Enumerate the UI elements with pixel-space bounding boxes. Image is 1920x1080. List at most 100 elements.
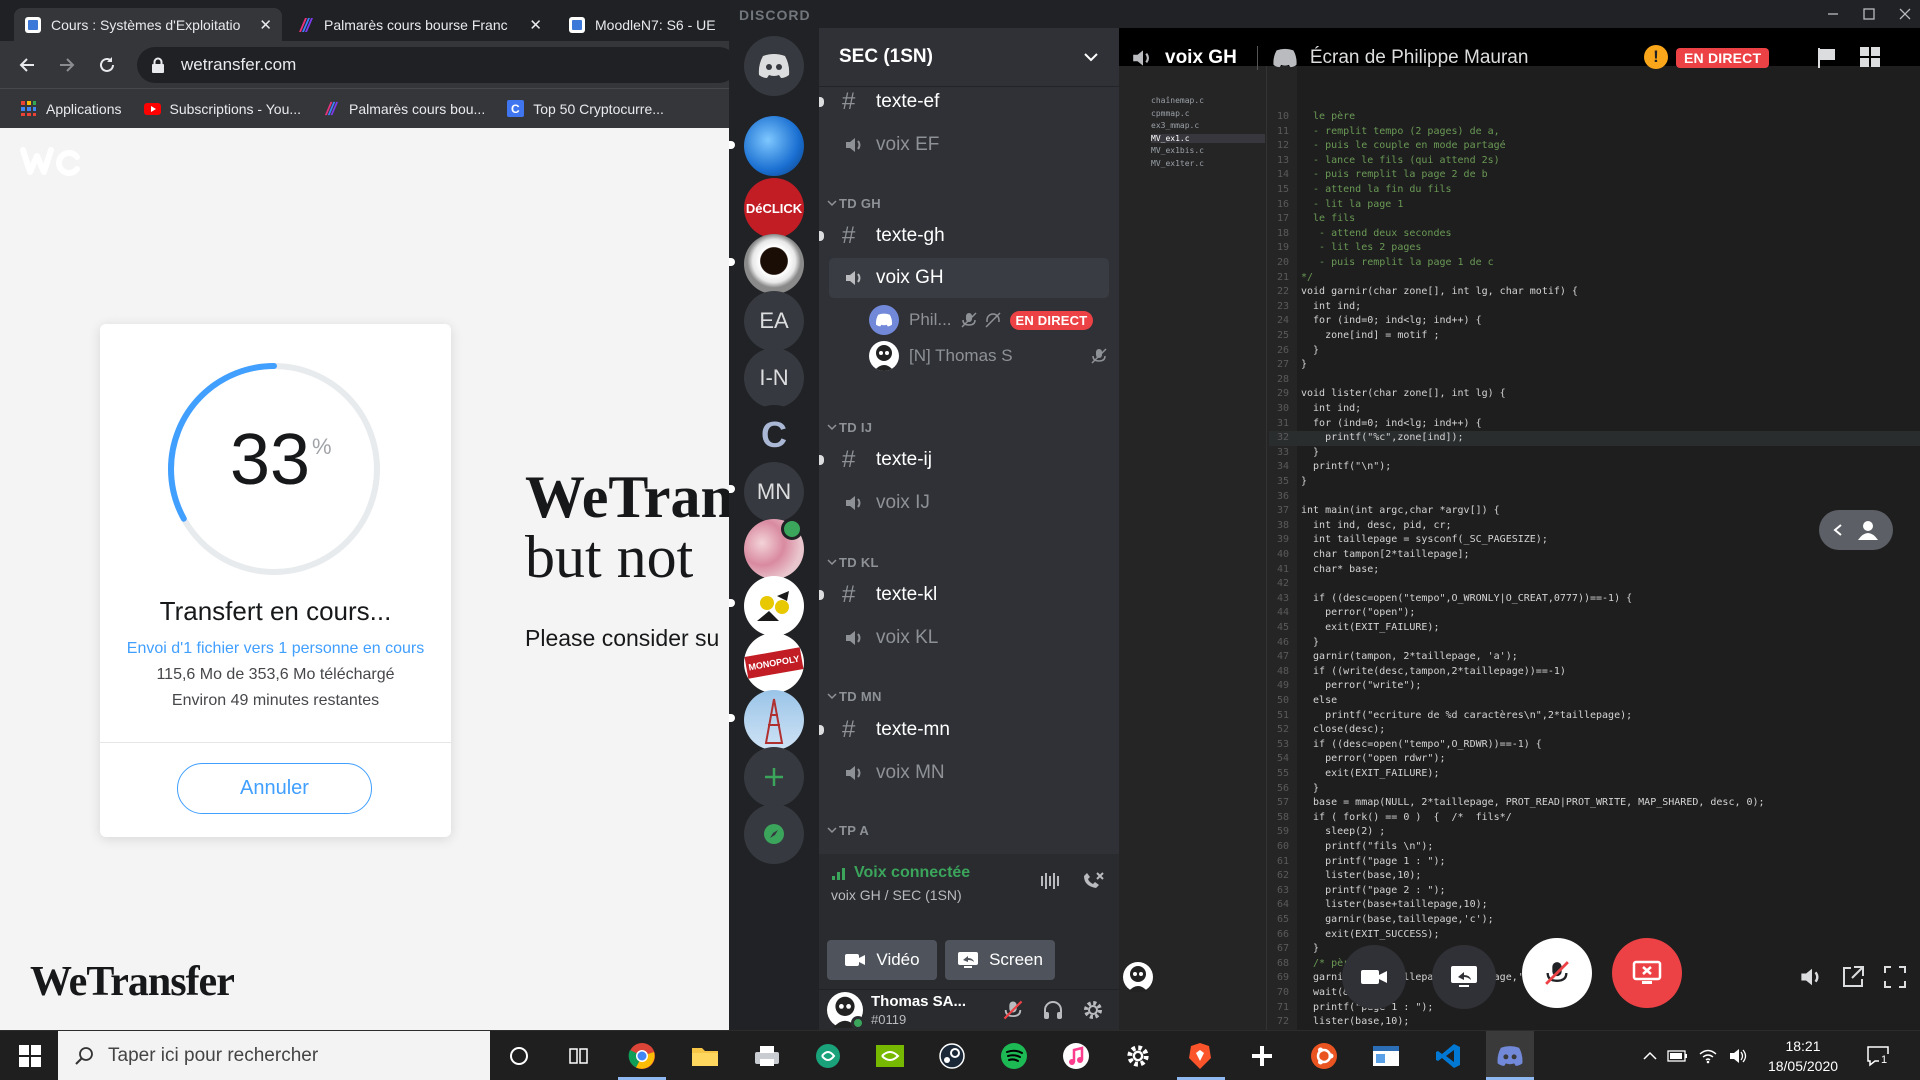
forward-icon[interactable] — [53, 51, 81, 79]
itunes-icon[interactable] — [1060, 1040, 1092, 1072]
member-list-toggle[interactable] — [1819, 510, 1893, 550]
vscode-icon[interactable] — [1432, 1040, 1464, 1072]
chevron-up-icon[interactable] — [1640, 1040, 1660, 1072]
settings-icon[interactable] — [1122, 1040, 1154, 1072]
screen-share-button[interactable]: Screen — [945, 940, 1055, 980]
bookmark-applications[interactable]: Applications — [20, 100, 122, 117]
mute-mic-icon[interactable] — [1002, 999, 1024, 1021]
coffee-avatar[interactable] — [744, 234, 804, 294]
wetransfer-logo-icon[interactable] — [20, 144, 82, 178]
chrome-icon[interactable] — [626, 1040, 658, 1072]
voice-user-philippe[interactable]: Phil... EN DIRECT — [869, 303, 1114, 337]
category-td-ij[interactable]: TD IJ — [819, 417, 1119, 437]
reload-icon[interactable] — [93, 51, 121, 79]
discord-home-icon[interactable] — [744, 36, 804, 96]
tab-close-icon[interactable]: ✕ — [259, 16, 272, 34]
close-window-icon[interactable] — [1895, 4, 1915, 24]
minimize-icon[interactable] — [1823, 4, 1843, 24]
file-item[interactable]: MV_ex1bis.c — [1151, 146, 1204, 155]
channel-texte-ef[interactable]: # texte-ef — [819, 82, 1109, 122]
battery-icon[interactable] — [1666, 1040, 1690, 1072]
globe-avatar[interactable] — [744, 116, 804, 176]
c-programming-avatar[interactable]: C — [744, 405, 804, 465]
leave-call-button[interactable] — [1612, 938, 1682, 1008]
tab-moodle-n7[interactable]: MoodleN7: S6 - UE — [558, 8, 729, 41]
server-i-n[interactable]: I-N — [744, 348, 804, 408]
plus-app-icon[interactable] — [1246, 1040, 1278, 1072]
notification-center-icon[interactable]: 1 — [1862, 1040, 1894, 1072]
grid-layout-icon[interactable] — [1859, 46, 1881, 68]
voice-location[interactable]: voix GH / SEC (1SN) — [831, 887, 962, 903]
category-td-mn[interactable]: TD MN — [819, 686, 1119, 706]
settings-gear-icon[interactable] — [1082, 999, 1104, 1021]
transfer-recipient-info[interactable]: Envoi d'1 fichier vers 1 personne en cou… — [100, 640, 451, 658]
maximize-icon[interactable] — [1859, 4, 1879, 24]
channel-voix-kl[interactable]: voix KL — [829, 618, 1109, 658]
channel-voix-mn[interactable]: voix MN — [829, 753, 1109, 793]
discord-icon[interactable] — [1486, 1031, 1534, 1080]
cortana-icon[interactable] — [503, 1040, 535, 1072]
channel-texte-kl[interactable]: # texte-kl — [819, 575, 1109, 615]
channel-voix-gh[interactable]: voix GH — [829, 258, 1109, 298]
tab-moodle-cours[interactable]: Cours : Systèmes d'Exploitatio ✕ — [14, 8, 282, 41]
add-server-button[interactable] — [744, 747, 804, 807]
video-button[interactable]: Vidéo — [827, 940, 937, 980]
brain-app-icon[interactable] — [812, 1040, 844, 1072]
guild-header[interactable]: SEC (1SN) — [819, 28, 1119, 86]
file-item[interactable]: chaînemap.c — [1151, 96, 1204, 105]
cartoon-avatar[interactable] — [744, 576, 804, 636]
tower-avatar[interactable] — [744, 690, 804, 750]
tab-palmares[interactable]: Palmarès cours bourse Franc ✕ — [287, 8, 552, 41]
fullscreen-icon[interactable] — [1883, 965, 1907, 989]
bookmark-youtube[interactable]: Subscriptions - You... — [143, 100, 301, 117]
toggle-screen-share-button[interactable] — [1432, 945, 1496, 1009]
system-clock[interactable]: 18:21 18/05/2020 — [1763, 1036, 1843, 1076]
file-item[interactable]: ex3_mmap.c — [1151, 121, 1199, 130]
explore-servers-button[interactable] — [744, 804, 804, 864]
headphones-icon[interactable] — [1042, 999, 1064, 1021]
category-td-gh[interactable]: TD GH — [819, 193, 1119, 213]
popout-icon[interactable] — [1841, 965, 1865, 989]
channel-texte-ij[interactable]: # texte-ij — [819, 440, 1109, 480]
steam-icon[interactable] — [936, 1040, 968, 1072]
file-explorer-icon[interactable] — [689, 1040, 721, 1072]
volume-icon[interactable] — [1799, 965, 1825, 989]
noise-suppression-icon[interactable] — [1039, 870, 1061, 892]
channel-texte-mn[interactable]: # texte-mn — [819, 710, 1109, 750]
channel-voix-ij[interactable]: voix IJ — [829, 483, 1109, 523]
volume-tray-icon[interactable] — [1726, 1040, 1750, 1072]
bookmark-palmares[interactable]: Palmarès cours bou... — [323, 100, 485, 117]
server-mn[interactable]: MN — [744, 462, 804, 522]
file-item[interactable]: MV_ex1.c — [1151, 133, 1265, 143]
file-item[interactable]: MV_ex1ter.c — [1151, 159, 1204, 168]
file-item[interactable]: cpmmap.c — [1151, 109, 1190, 118]
windows-start-icon[interactable] — [14, 1040, 46, 1072]
wetransfer-footer-logo[interactable]: WeTransfer — [30, 958, 235, 1006]
avatar[interactable] — [1123, 962, 1153, 992]
nvidia-icon[interactable] — [874, 1040, 906, 1072]
voice-user-thomas[interactable]: [N] Thomas S — [869, 339, 1114, 373]
tab-close-icon[interactable]: ✕ — [529, 16, 542, 34]
printer-icon[interactable] — [751, 1040, 783, 1072]
address-bar[interactable]: wetransfer.com — [137, 47, 729, 83]
bookmark-crypto[interactable]: C Top 50 Cryptocurre... — [507, 100, 664, 117]
spotify-icon[interactable] — [998, 1040, 1030, 1072]
cancel-button[interactable]: Annuler — [177, 763, 372, 814]
server-ea[interactable]: EA — [744, 291, 804, 351]
taskbar-search-box[interactable]: Taper ici pour rechercher — [58, 1031, 490, 1080]
window-app-icon[interactable] — [1370, 1040, 1402, 1072]
channel-texte-gh[interactable]: # texte-gh — [819, 216, 1109, 256]
task-view-icon[interactable] — [563, 1040, 595, 1072]
channel-voix-ef[interactable]: voix EF — [829, 125, 1109, 165]
toggle-camera-button[interactable] — [1342, 945, 1406, 1009]
wifi-icon[interactable] — [1696, 1040, 1720, 1072]
shared-screen[interactable]: chaînemap.c cpmmap.c ex3_mmap.c MV_ex1.c MV_… — [1119, 66, 1920, 1030]
back-icon[interactable] — [13, 51, 41, 79]
declick-avatar[interactable]: DéCLICK — [744, 178, 804, 238]
unmute-mic-button[interactable] — [1522, 938, 1592, 1008]
warning-icon[interactable]: ! — [1644, 45, 1668, 69]
brave-icon[interactable] — [1184, 1040, 1216, 1072]
category-tp-a[interactable]: TP A — [819, 820, 1119, 840]
ubuntu-icon[interactable] — [1308, 1040, 1340, 1072]
category-td-kl[interactable]: TD KL — [819, 552, 1119, 572]
